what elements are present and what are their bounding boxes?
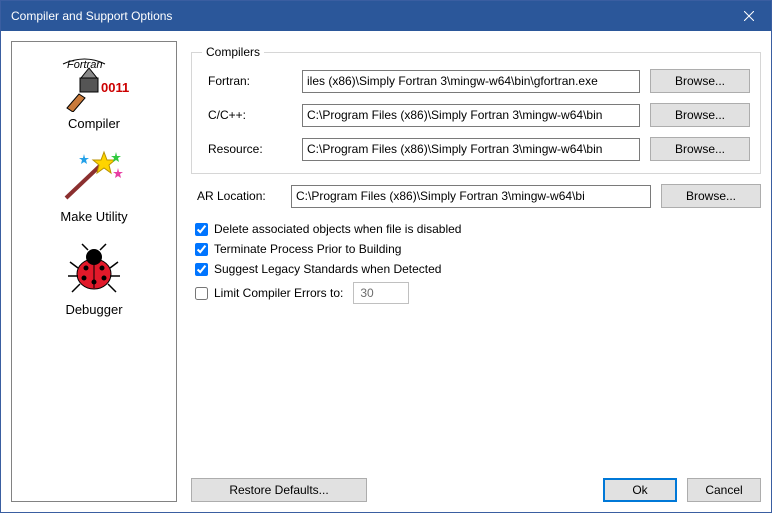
bottom-bar: Restore Defaults... Ok Cancel — [191, 478, 761, 502]
close-button[interactable] — [726, 1, 771, 31]
ar-input[interactable] — [291, 185, 651, 208]
svg-text:0011: 0011 — [101, 80, 129, 95]
terminate-label: Terminate Process Prior to Building — [214, 242, 401, 256]
limit-errors-checkbox[interactable] — [195, 287, 208, 300]
limit-errors-value — [353, 282, 409, 304]
ccpp-input[interactable] — [302, 104, 640, 127]
sidebar-item-compiler[interactable]: Fortran 0011 Compiler — [12, 50, 176, 143]
legacy-checkbox[interactable] — [195, 263, 208, 276]
limit-errors-row: Limit Compiler Errors to: — [195, 282, 761, 304]
sidebar-item-make-utility[interactable]: Make Utility — [12, 143, 176, 236]
fortran-label: Fortran: — [202, 74, 292, 88]
delete-objects-check[interactable]: Delete associated objects when file is d… — [195, 222, 761, 236]
resource-row: Resource: Browse... — [202, 137, 750, 161]
sidebar: Fortran 0011 Compiler Make Util — [11, 41, 177, 502]
compilers-group: Compilers Fortran: Browse... C/C++: Brow… — [191, 45, 761, 174]
cancel-button[interactable]: Cancel — [687, 478, 761, 502]
restore-defaults-button[interactable]: Restore Defaults... — [191, 478, 367, 502]
sidebar-item-label: Make Utility — [12, 209, 176, 224]
ar-label: AR Location: — [191, 189, 281, 203]
terminate-check[interactable]: Terminate Process Prior to Building — [195, 242, 761, 256]
legacy-label: Suggest Legacy Standards when Detected — [214, 262, 441, 276]
sidebar-item-label: Debugger — [12, 302, 176, 317]
sidebar-item-label: Compiler — [12, 116, 176, 131]
resource-label: Resource: — [202, 142, 292, 156]
ok-button[interactable]: Ok — [603, 478, 677, 502]
fortran-browse-button[interactable]: Browse... — [650, 69, 750, 93]
close-icon — [744, 11, 754, 21]
compilers-legend: Compilers — [202, 45, 264, 59]
delete-objects-label: Delete associated objects when file is d… — [214, 222, 461, 236]
ar-row: AR Location: Browse... — [191, 184, 761, 208]
options-checks: Delete associated objects when file is d… — [191, 222, 761, 304]
wand-icon — [54, 148, 134, 206]
compiler-icon: Fortran 0011 — [55, 56, 133, 112]
ccpp-browse-button[interactable]: Browse... — [650, 103, 750, 127]
ar-browse-button[interactable]: Browse... — [661, 184, 761, 208]
legacy-check[interactable]: Suggest Legacy Standards when Detected — [195, 262, 761, 276]
window-title: Compiler and Support Options — [11, 9, 726, 23]
titlebar: Compiler and Support Options — [1, 1, 771, 31]
svg-text:Fortran: Fortran — [67, 59, 102, 71]
resource-input[interactable] — [302, 138, 640, 161]
terminate-checkbox[interactable] — [195, 243, 208, 256]
main-panel: Compilers Fortran: Browse... C/C++: Brow… — [191, 41, 761, 502]
fortran-row: Fortran: Browse... — [202, 69, 750, 93]
sidebar-item-debugger[interactable]: Debugger — [12, 236, 176, 329]
delete-objects-checkbox[interactable] — [195, 223, 208, 236]
bug-icon — [64, 242, 124, 298]
ccpp-label: C/C++: — [202, 108, 292, 122]
resource-browse-button[interactable]: Browse... — [650, 137, 750, 161]
limit-errors-label: Limit Compiler Errors to: — [214, 286, 343, 300]
fortran-input[interactable] — [302, 70, 640, 93]
ccpp-row: C/C++: Browse... — [202, 103, 750, 127]
